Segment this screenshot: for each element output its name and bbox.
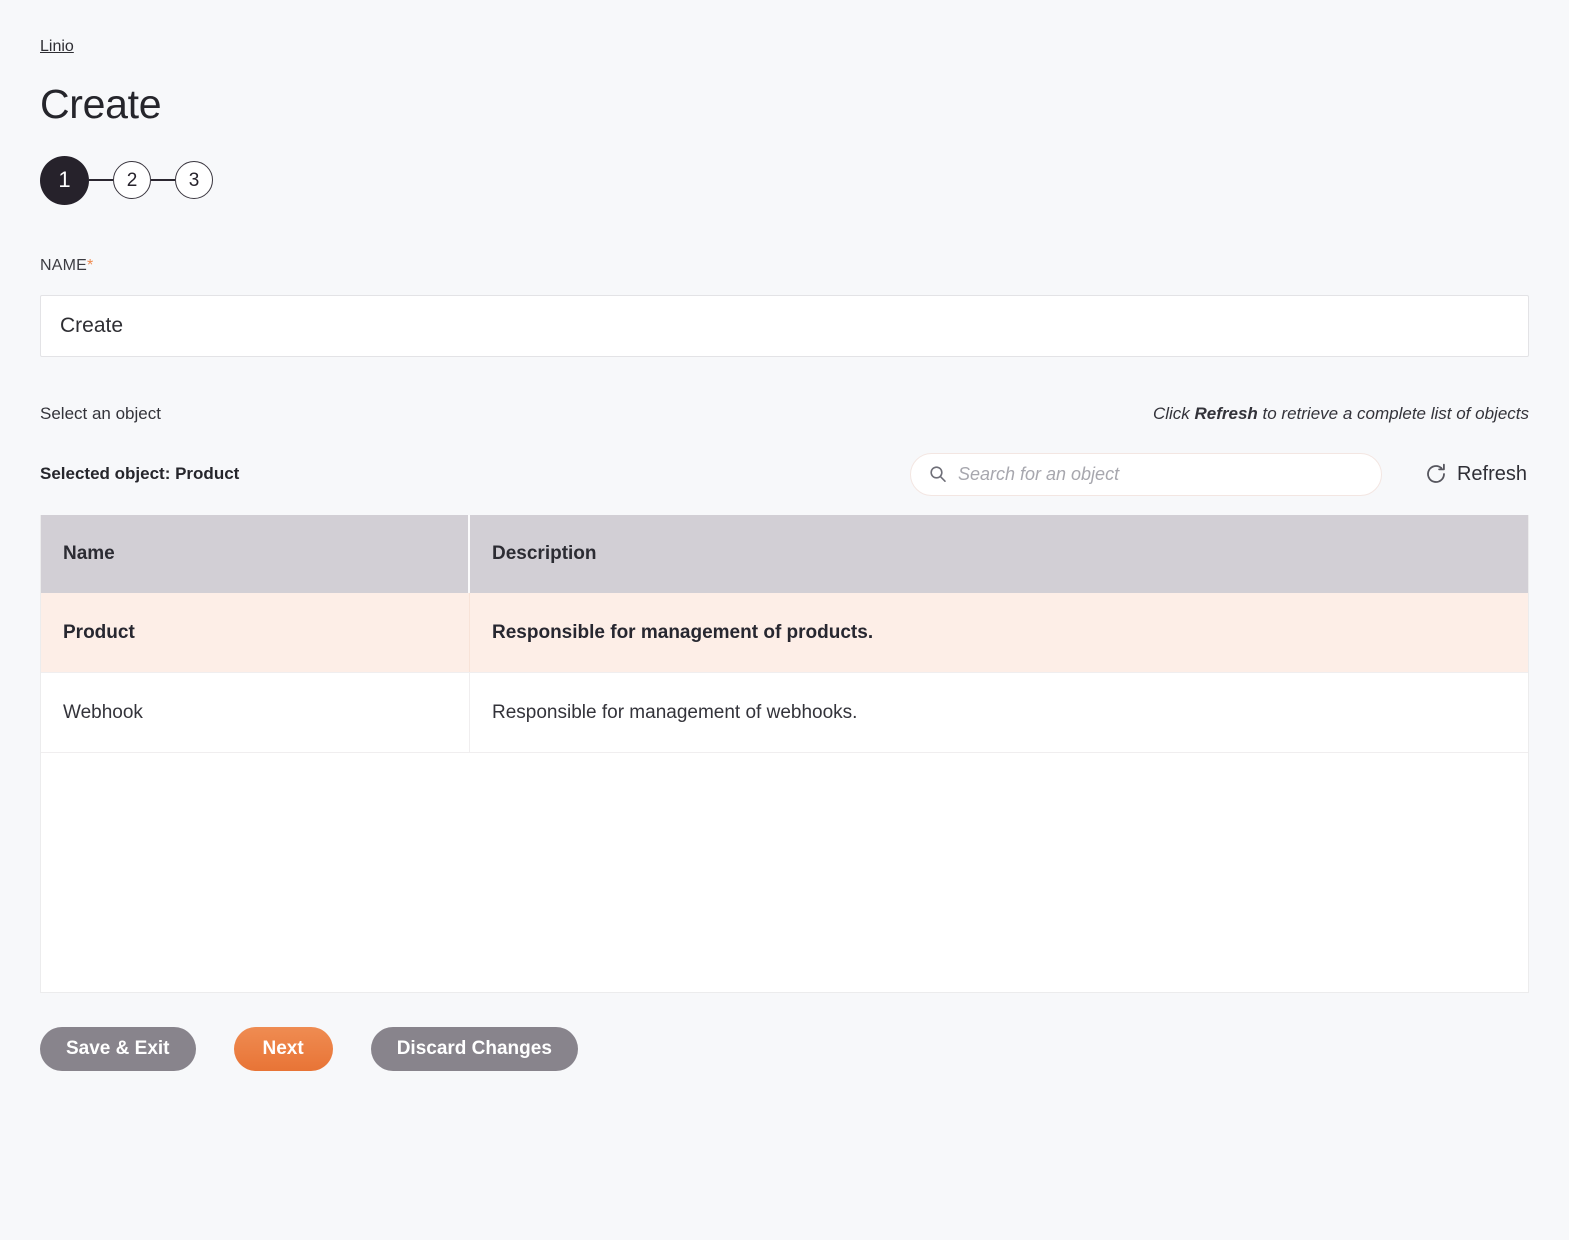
table-header-row: Name Description: [41, 515, 1528, 593]
step-indicator: 1 2 3: [40, 155, 1529, 205]
search-box[interactable]: [909, 452, 1382, 496]
cell-name: Product: [41, 593, 470, 672]
create-page: Linio Create 1 2 3 NAME* Select an objec…: [0, 0, 1569, 1240]
refresh-icon: [1427, 463, 1445, 483]
hint-prefix: Click: [1152, 404, 1195, 423]
name-input[interactable]: [40, 295, 1529, 357]
search-icon: [930, 466, 946, 482]
step-3-label: 3: [188, 169, 200, 191]
table-row[interactable]: Product Responsible for management of pr…: [41, 593, 1528, 673]
step-1-label: 1: [58, 167, 71, 192]
discard-changes-button[interactable]: Discard Changes: [370, 1027, 578, 1071]
search-toolbar: Selected object: Product Refresh: [40, 451, 1529, 497]
search-input[interactable]: [957, 453, 1381, 495]
column-header-name[interactable]: Name: [41, 515, 470, 593]
step-connector-2: [151, 179, 175, 181]
refresh-button[interactable]: Refresh: [1422, 458, 1529, 490]
select-object-label: Select an object: [40, 404, 161, 423]
table-row[interactable]: Webhook Responsible for management of we…: [41, 673, 1528, 753]
required-asterisk: *: [87, 257, 94, 274]
select-object-row: Select an object Click Refresh to retrie…: [40, 403, 1529, 425]
search-tools: Refresh: [909, 452, 1529, 496]
name-label-text: NAME: [40, 257, 88, 274]
step-2[interactable]: 2: [113, 161, 151, 199]
cell-description: Responsible for management of webhooks.: [492, 701, 858, 723]
refresh-hint: Click Refresh to retrieve a complete lis…: [1153, 403, 1529, 425]
page-title: Create: [40, 81, 162, 127]
table-empty-space: [41, 753, 1528, 992]
save-and-exit-button[interactable]: Save & Exit: [40, 1027, 196, 1071]
step-2-label: 2: [126, 169, 138, 191]
breadcrumb: Linio: [40, 0, 1529, 58]
step-3[interactable]: 3: [175, 161, 213, 199]
step-1[interactable]: 1: [40, 155, 89, 205]
cell-description: Responsible for management of products.: [492, 621, 874, 643]
selected-object-label: Selected object: Product: [40, 464, 240, 483]
step-connector-1: [89, 179, 113, 181]
hint-bold-refresh: Refresh: [1194, 404, 1258, 423]
next-button[interactable]: Next: [233, 1027, 333, 1071]
action-bar: Save & Exit Next Discard Changes: [40, 1027, 1529, 1071]
name-field-label: NAME*: [40, 256, 1529, 276]
breadcrumb-link-linio[interactable]: Linio: [40, 38, 74, 55]
objects-table: Name Description Product Responsible for…: [40, 515, 1529, 993]
refresh-button-label: Refresh: [1456, 463, 1527, 485]
column-header-description[interactable]: Description: [470, 515, 1528, 593]
hint-suffix: to retrieve a complete list of objects: [1257, 404, 1529, 423]
cell-name: Webhook: [41, 673, 470, 752]
